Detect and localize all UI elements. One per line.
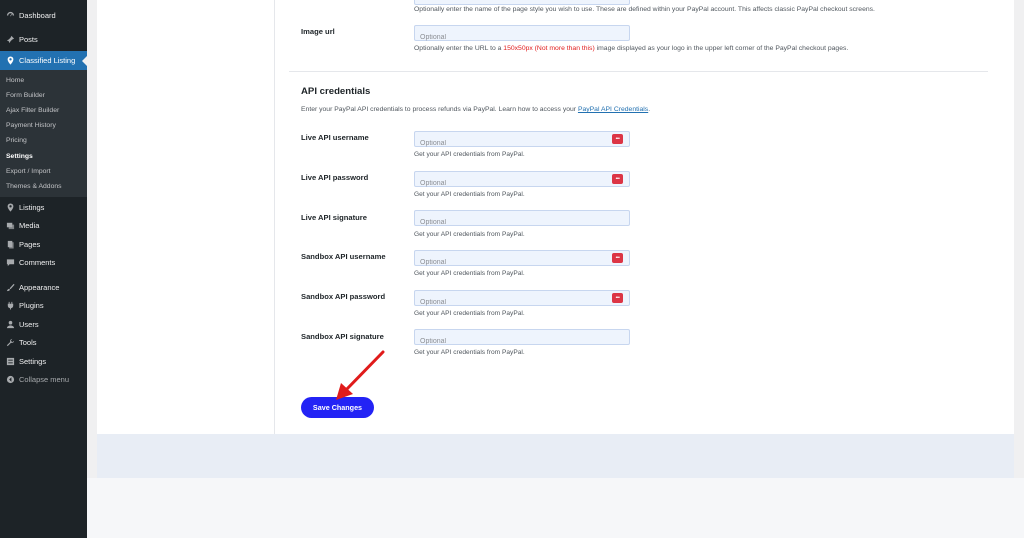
sandbox-api-password-input[interactable]: ••• [414,290,630,310]
brush-icon [5,282,15,292]
menu-posts[interactable]: Posts [0,31,87,50]
collapse-icon [5,375,15,385]
api-credentials-description: Enter your PayPal API credentials to pro… [301,106,650,113]
size-limit-highlight: 150x50px (Not more than this) [503,45,595,52]
live-api-signature-label: Live API signature [301,213,367,222]
image-url-input[interactable] [414,25,630,45]
users-icon [5,319,15,329]
pin-icon [5,35,15,45]
panel-footer-band [97,434,1014,478]
admin-sidebar: Dashboard Posts Classified Listing Home … [0,0,87,538]
key-icon[interactable]: ••• [612,134,623,144]
menu-listings[interactable]: Listings [0,198,87,217]
listing-pin-icon [5,202,15,212]
menu-label: Plugins [19,301,44,311]
live-api-signature-hint: Get your API credentials from PayPal. [414,231,525,238]
menu-label: Pages [19,239,41,249]
save-changes-button[interactable]: Save Changes [301,397,374,418]
menu-pages[interactable]: Pages [0,235,87,254]
menu-tools[interactable]: Tools [0,334,87,353]
sandbox-api-username-text-input[interactable] [415,255,629,270]
live-api-signature-text-input[interactable] [415,215,629,230]
submenu-home[interactable]: Home [0,73,87,88]
menu-label: Settings [19,356,47,366]
sandbox-api-password-hint: Get your API credentials from PayPal. [414,310,525,317]
live-api-username-text-input[interactable] [415,136,629,151]
desc-text: Optionally enter the URL to a [414,45,504,52]
sandbox-api-username-input[interactable]: ••• [414,250,630,270]
listing-pin-icon [5,55,15,65]
image-url-text-input[interactable] [415,30,629,45]
menu-label: Tools [19,338,37,348]
submenu-pricing[interactable]: Pricing [0,133,87,148]
submenu-form-builder[interactable]: Form Builder [0,88,87,103]
menu-label: Collapse menu [19,375,70,385]
image-url-description: Optionally enter the URL to a 150x50px (… [414,45,848,52]
live-api-password-label: Live API password [301,173,369,182]
pages-icon [5,239,15,249]
menu-classified-listing[interactable]: Classified Listing [0,51,87,70]
menu-label: Listings [19,202,45,212]
menu-appearance[interactable]: Appearance [0,278,87,297]
page-style-description: Optionally enter the name of the page st… [414,6,875,13]
live-api-username-input[interactable]: ••• [414,131,630,151]
live-api-username-label: Live API username [301,133,369,142]
menu-label: Users [19,319,39,329]
main-content: Optionally enter the name of the page st… [87,0,1024,538]
menu-users[interactable]: Users [0,315,87,334]
live-api-username-hint: Get your API credentials from PayPal. [414,151,525,158]
settings-icon [5,356,15,366]
menu-dashboard[interactable]: Dashboard [0,6,87,25]
dashboard-icon [5,10,15,20]
page-footer-area [87,478,1024,538]
page-style-input[interactable] [414,0,630,9]
desc-text: Enter your PayPal API credentials to pro… [301,106,578,113]
sandbox-api-signature-label: Sandbox API signature [301,332,384,341]
classified-listing-submenu: Home Form Builder Ajax Filter Builder Pa… [0,69,87,197]
submenu-export-import[interactable]: Export / Import [0,164,87,179]
submenu-themes-addons[interactable]: Themes & Addons [0,179,87,194]
sandbox-api-password-label: Sandbox API password [301,292,386,301]
menu-comments[interactable]: Comments [0,254,87,273]
key-icon[interactable]: ••• [612,253,623,263]
desc-text: image displayed as your logo in the uppe… [594,45,849,52]
menu-collapse[interactable]: Collapse menu [0,371,87,390]
desc-text: . [648,106,651,113]
api-credentials-title: API credentials [301,86,371,97]
sandbox-api-signature-text-input[interactable] [415,334,629,349]
comments-icon [5,258,15,268]
submenu-ajax-filter-builder[interactable]: Ajax Filter Builder [0,103,87,118]
sandbox-api-password-text-input[interactable] [415,295,629,310]
menu-label: Appearance [19,282,60,292]
wrench-icon [5,338,15,348]
menu-label: Posts [19,35,38,45]
key-icon[interactable]: ••• [612,293,623,303]
key-icon[interactable]: ••• [612,174,623,184]
sandbox-api-signature-input[interactable] [414,329,630,349]
live-api-password-input[interactable]: ••• [414,171,630,191]
section-divider [289,71,988,72]
menu-label: Classified Listing [19,55,76,65]
live-api-password-text-input[interactable] [415,176,629,191]
sandbox-api-username-hint: Get your API credentials from PayPal. [414,270,525,277]
submenu-payment-history[interactable]: Payment History [0,118,87,133]
menu-plugins[interactable]: Plugins [0,297,87,316]
media-icon [5,221,15,231]
menu-label: Media [19,221,40,231]
sandbox-api-signature-hint: Get your API credentials from PayPal. [414,349,525,356]
live-api-password-hint: Get your API credentials from PayPal. [414,191,525,198]
paypal-api-credentials-link[interactable]: PayPal API Credentials [578,106,648,113]
image-url-label: Image url [301,27,335,36]
menu-settings[interactable]: Settings [0,352,87,371]
menu-media[interactable]: Media [0,217,87,236]
menu-label: Comments [19,258,56,268]
live-api-signature-input[interactable] [414,210,630,230]
settings-panel: Optionally enter the name of the page st… [97,0,1014,434]
sandbox-api-username-label: Sandbox API username [301,252,386,261]
panel-divider [274,0,275,434]
plugin-icon [5,301,15,311]
menu-label: Dashboard [19,10,56,20]
submenu-settings[interactable]: Settings [0,148,87,163]
